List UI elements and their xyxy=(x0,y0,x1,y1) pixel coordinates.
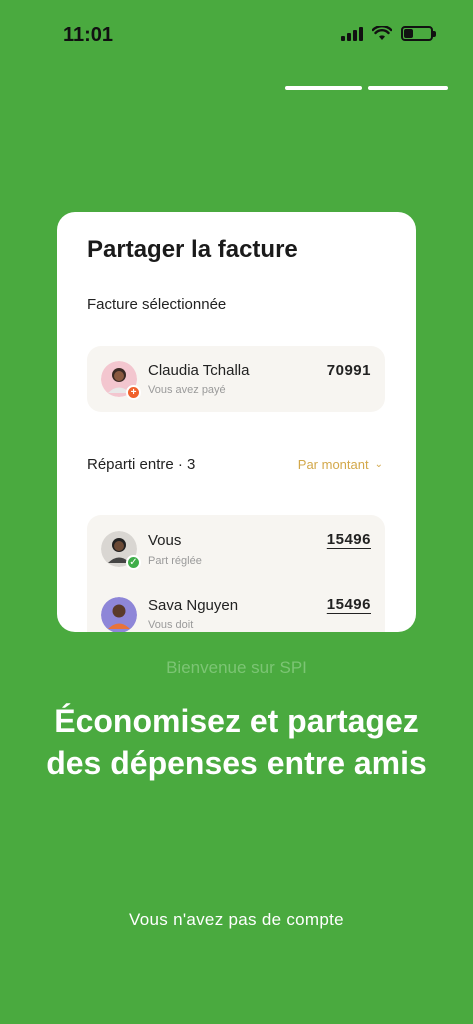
chevron-down-icon: ⌄ xyxy=(374,459,383,470)
member-amount[interactable]: 15496 xyxy=(327,531,371,548)
bill-payer-status: Vous avez payé xyxy=(148,384,226,396)
selected-bill: + Claudia Tchalla Vous avez payé 70991 xyxy=(87,346,385,412)
progress-step-1 xyxy=(285,86,362,90)
no-account-link[interactable]: Vous n'avez pas de compte xyxy=(0,910,473,930)
split-count-label: Réparti entre · 3 xyxy=(87,456,196,473)
add-badge-icon: + xyxy=(126,385,141,400)
members-list: ✓ Vous Part réglée 15496 Sava Nguyen Vou… xyxy=(87,515,385,632)
onboarding-progress xyxy=(285,86,448,90)
member-status: Part réglée xyxy=(148,555,202,567)
avatar xyxy=(101,597,137,632)
welcome-text: Bienvenue sur SPI xyxy=(166,658,307,677)
split-mode-dropdown[interactable]: Par montant ⌄ xyxy=(298,457,383,472)
avatar: + xyxy=(101,361,141,400)
bill-payer-name: Claudia Tchalla xyxy=(148,362,250,379)
bill-amount: 70991 xyxy=(326,362,371,379)
headline: Économisez et partagez des dépenses entr… xyxy=(0,700,473,784)
member-name: Sava Nguyen xyxy=(148,597,239,614)
headline-line-2: des dépenses entre amis xyxy=(46,745,427,781)
card-title: Partager la facture xyxy=(87,236,298,263)
progress-step-2 xyxy=(368,86,448,90)
member-status: Vous doit xyxy=(148,619,194,631)
split-mode-label: Par montant xyxy=(297,457,369,472)
user-avatar-icon xyxy=(101,597,137,632)
check-badge-icon: ✓ xyxy=(126,555,141,570)
status-icons xyxy=(341,26,436,41)
member-amount[interactable]: 15496 xyxy=(327,596,371,613)
avatar: ✓ xyxy=(101,531,141,570)
status-time: 11:01 xyxy=(63,24,114,46)
signal-icon xyxy=(341,26,363,41)
card-subtitle: Facture sélectionnée xyxy=(87,296,227,313)
member-name: Vous xyxy=(148,532,182,549)
battery-icon xyxy=(401,26,436,41)
split-bill-preview-card: Partager la facture Facture sélectionnée… xyxy=(57,212,416,632)
headline-line-1: Économisez et partagez xyxy=(54,703,419,739)
wifi-icon xyxy=(372,26,392,40)
